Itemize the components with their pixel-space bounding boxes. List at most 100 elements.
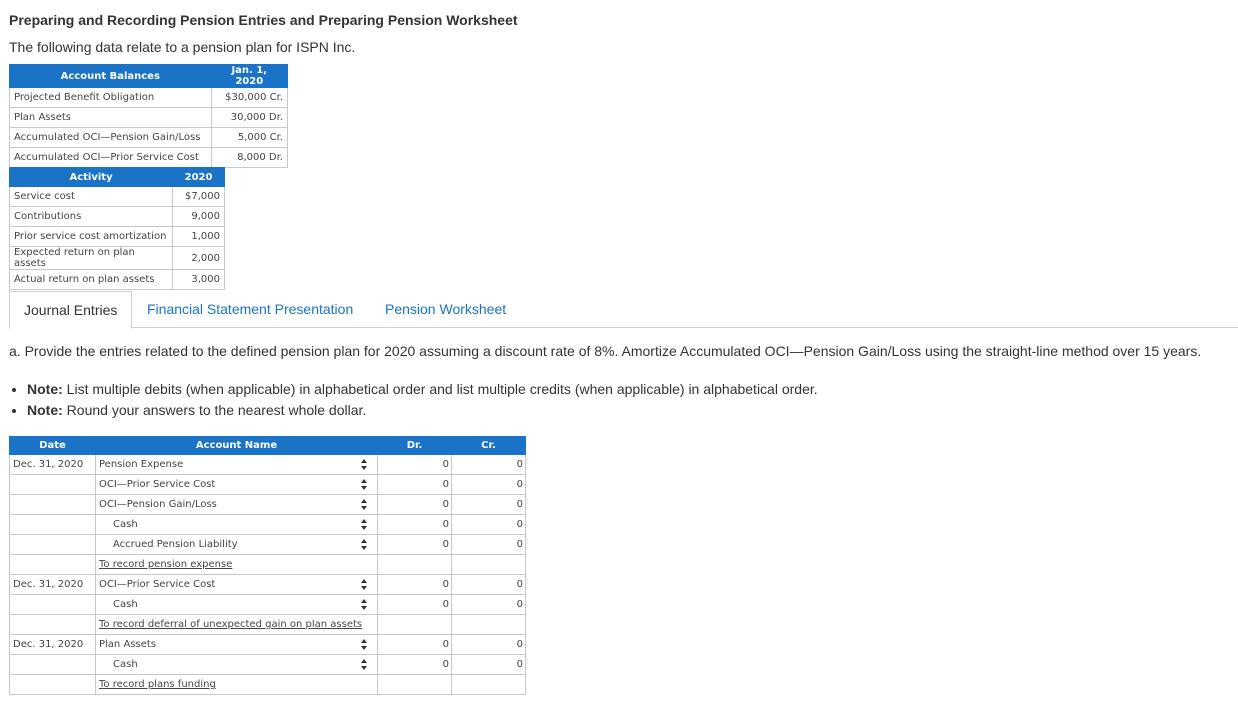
account-select[interactable]: OCI—Prior Service Cost <box>95 574 378 595</box>
balances-header-account: Account Balances <box>9 64 212 88</box>
select-arrows-icon[interactable] <box>361 499 367 510</box>
credit-input[interactable]: 0 <box>451 454 526 475</box>
entry-description-cell: To record deferral of unexpected gain on… <box>95 614 378 635</box>
activity-label: Actual return on plan assets <box>8 269 174 290</box>
note-label: Note: <box>27 381 63 397</box>
table-row: Expected return on plan assets 2,000 <box>8 246 225 270</box>
debit-input[interactable]: 0 <box>377 494 452 515</box>
note-label: Note: <box>27 402 63 418</box>
select-arrows-icon[interactable] <box>361 539 367 550</box>
balance-label: Accumulated OCI—Prior Service Cost <box>9 147 212 168</box>
account-select[interactable]: Accrued Pension Liability <box>95 534 378 555</box>
balance-label: Plan Assets <box>9 107 212 128</box>
table-row: Cash 0 0 <box>9 514 526 535</box>
account-select[interactable]: Cash <box>95 654 378 675</box>
activity-value: 9,000 <box>172 206 225 227</box>
account-name: Accrued Pension Liability <box>113 539 238 550</box>
tab-pension-worksheet[interactable]: Pension Worksheet <box>385 291 506 327</box>
tab-bar: Journal Entries Financial Statement Pres… <box>9 291 1238 329</box>
account-select[interactable]: OCI—Pension Gain/Loss <box>95 494 378 515</box>
select-arrows-icon[interactable] <box>361 579 367 590</box>
account-select[interactable]: Plan Assets <box>95 634 378 655</box>
table-row: To record plans funding <box>9 674 526 695</box>
debit-input[interactable]: 0 <box>377 574 452 595</box>
activity-label: Prior service cost amortization <box>8 226 174 247</box>
debit-input[interactable]: 0 <box>377 654 452 675</box>
debit-input[interactable]: 0 <box>377 474 452 495</box>
journal-date-cell <box>9 614 96 635</box>
debit-input[interactable]: 0 <box>377 634 452 655</box>
table-row: Cash 0 0 <box>9 594 526 615</box>
activity-value: $7,000 <box>172 186 225 207</box>
credit-input[interactable]: 0 <box>451 574 526 595</box>
select-arrows-icon[interactable] <box>361 479 367 490</box>
account-name: Cash <box>113 659 138 670</box>
table-row: Cash 0 0 <box>9 654 526 675</box>
journal-header-account: Account Name <box>95 436 378 455</box>
balance-label: Projected Benefit Obligation <box>9 87 212 108</box>
credit-input[interactable]: 0 <box>451 474 526 495</box>
credit-input[interactable]: 0 <box>451 534 526 555</box>
journal-cr-cell <box>451 674 526 695</box>
tab-journal-entries[interactable]: Journal Entries <box>9 291 133 329</box>
credit-input[interactable]: 0 <box>451 494 526 515</box>
entry-description-cell: To record pension expense <box>95 554 378 575</box>
tab-financial-statement-presentation[interactable]: Financial Statement Presentation <box>147 291 353 327</box>
table-row: OCI—Prior Service Cost 0 0 <box>9 474 526 495</box>
journal-dr-cell <box>377 674 452 695</box>
account-name: Pension Expense <box>99 459 184 470</box>
credit-input[interactable]: 0 <box>451 634 526 655</box>
journal-date: Dec. 31, 2020 <box>9 454 96 475</box>
debit-input[interactable]: 0 <box>377 594 452 615</box>
journal-date-cell <box>9 554 96 575</box>
account-select[interactable]: Pension Expense <box>95 454 378 475</box>
select-arrows-icon[interactable] <box>361 659 367 670</box>
journal-header-dr: Dr. <box>377 436 452 455</box>
credit-input[interactable]: 0 <box>451 514 526 535</box>
balance-label: Accumulated OCI—Pension Gain/Loss <box>9 127 212 148</box>
journal-dr-cell <box>377 614 452 635</box>
activity-value: 2,000 <box>172 246 225 270</box>
select-arrows-icon[interactable] <box>361 459 367 470</box>
account-select[interactable]: Cash <box>95 514 378 535</box>
page-title: Preparing and Recording Pension Entries … <box>9 12 518 28</box>
journal-entries-table: Date Account Name Dr. Cr. Dec. 31, 2020 P… <box>9 436 526 695</box>
account-select[interactable]: Cash <box>95 594 378 615</box>
table-row: To record pension expense <box>9 554 526 575</box>
table-row: Prior service cost amortization 1,000 <box>8 226 225 247</box>
debit-input[interactable]: 0 <box>377 514 452 535</box>
journal-date <box>9 654 96 675</box>
select-arrows-icon[interactable] <box>361 639 367 650</box>
account-name: Cash <box>113 599 138 610</box>
debit-input[interactable]: 0 <box>377 534 452 555</box>
account-balances-table: Account Balances Jan. 1, 2020 Projected … <box>9 64 289 168</box>
note-text: Round your answers to the nearest whole … <box>62 402 367 418</box>
journal-date: Dec. 31, 2020 <box>9 634 96 655</box>
table-row: Accumulated OCI—Pension Gain/Loss 5,000 … <box>9 127 289 148</box>
debit-input[interactable]: 0 <box>377 454 452 475</box>
account-name: Cash <box>113 519 138 530</box>
list-item: Note: Round your answers to the nearest … <box>27 401 818 420</box>
list-item: Note: List multiple debits (when applica… <box>27 380 818 399</box>
balance-value: $30,000 Cr. <box>210 87 289 108</box>
table-row: Projected Benefit Obligation $30,000 Cr. <box>9 87 289 108</box>
account-name: Plan Assets <box>99 639 156 650</box>
activity-header-label: Activity <box>8 167 174 187</box>
account-select[interactable]: OCI—Prior Service Cost <box>95 474 378 495</box>
journal-header-date: Date <box>9 436 96 455</box>
select-arrows-icon[interactable] <box>361 519 367 530</box>
credit-input[interactable]: 0 <box>451 654 526 675</box>
table-row: Plan Assets 30,000 Dr. <box>9 107 289 128</box>
table-row: Dec. 31, 2020 Plan Assets 0 0 <box>9 634 526 655</box>
activity-table: Activity 2020 Service cost $7,000 Contri… <box>8 167 225 290</box>
table-row: Accrued Pension Liability 0 0 <box>9 534 526 555</box>
intro-text: The following data relate to a pension p… <box>9 39 356 55</box>
credit-input[interactable]: 0 <box>451 594 526 615</box>
account-name: OCI—Pension Gain/Loss <box>99 499 217 510</box>
balances-header-date: Jan. 1, 2020 <box>210 64 289 88</box>
select-arrows-icon[interactable] <box>361 599 367 610</box>
question-text: a. Provide the entries related to the de… <box>9 343 1202 359</box>
journal-date <box>9 494 96 515</box>
journal-date: Dec. 31, 2020 <box>9 574 96 595</box>
entry-description: To record plans funding <box>99 679 216 690</box>
